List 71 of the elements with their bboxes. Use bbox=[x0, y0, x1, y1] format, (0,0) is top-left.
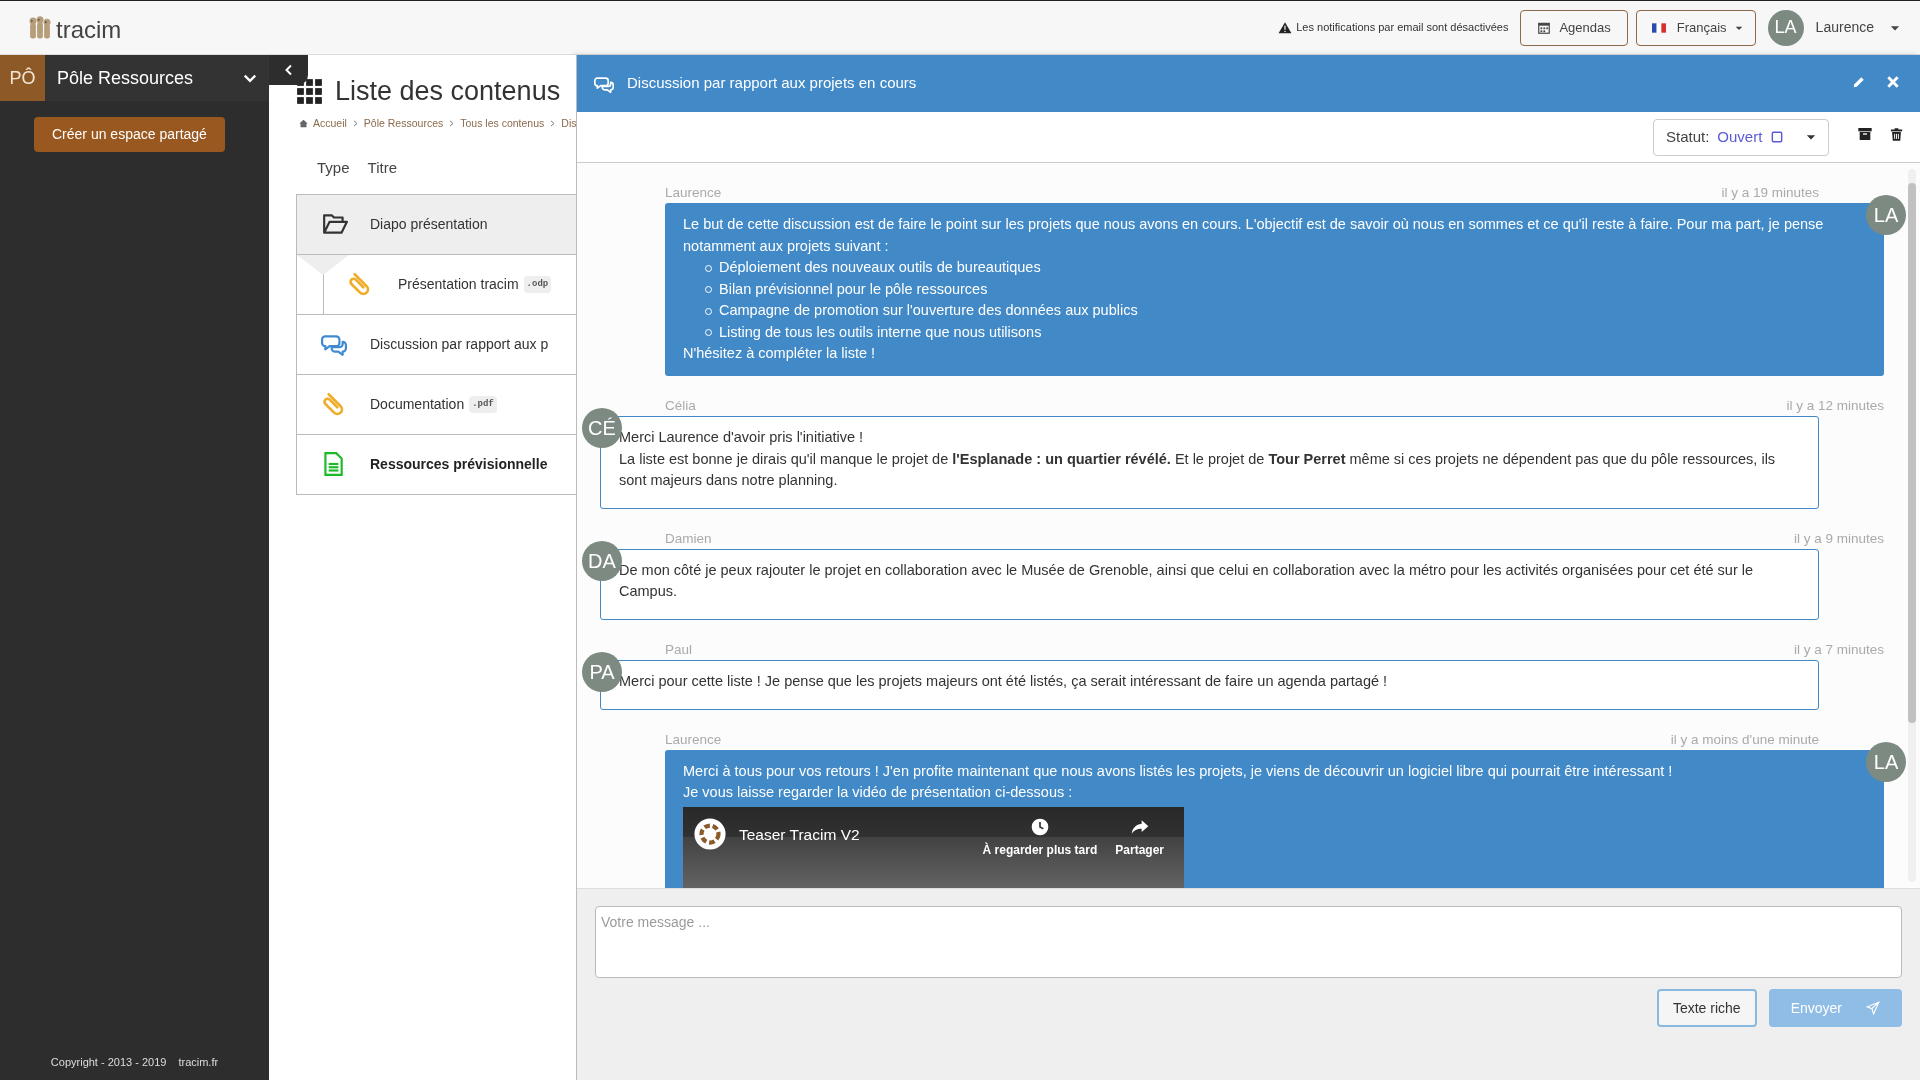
paperclip-icon bbox=[346, 271, 372, 298]
chevron-right-icon bbox=[549, 119, 557, 127]
message-text: Merci à tous pour vos retours ! J'en profite maintenant que nous avons listés les projets, je viens de découvrir un logiciel libre qui pourrait être intéressant ! bbox=[683, 761, 1674, 781]
list-item-text: Déploiement des nouveaux outils de bureautiques bbox=[719, 258, 1041, 278]
message-text: Je vous laisse regarder la vidéo de présentation ci-dessous : bbox=[683, 783, 1074, 803]
chevron-right-icon bbox=[448, 119, 456, 127]
file-extension: .odp bbox=[523, 275, 552, 293]
square-icon bbox=[1770, 130, 1785, 144]
message-input[interactable]: Votre message ... bbox=[595, 906, 1902, 978]
page-title: Liste des contenus bbox=[335, 75, 561, 108]
author-name: Laurence bbox=[665, 730, 722, 749]
breadcrumb-link[interactable]: Dis bbox=[561, 115, 577, 132]
message-text: Merci pour cette liste ! Je pense que les projets majeurs ont été listés, ça serait intéressant de faire un agenda partagé ! bbox=[619, 672, 1389, 691]
agendas-button[interactable]: Agendas bbox=[1520, 9, 1628, 46]
author-name: Paul bbox=[665, 640, 693, 659]
list-item-text: Listing de tous les outils interne que nous utilisons bbox=[719, 322, 1042, 342]
list-item-text: Campagne de promotion sur l'ouverture des données aux publics bbox=[719, 301, 1138, 321]
caret-icon bbox=[1806, 132, 1816, 142]
calendar-icon bbox=[1537, 20, 1552, 35]
trash-icon bbox=[1889, 127, 1904, 142]
column-header: Titre bbox=[367, 158, 397, 179]
video-player[interactable]: Teaser Tracim V2 À regarder plus tard Partager bbox=[683, 806, 1184, 888]
message-text: N'hésitez à compléter la liste ! bbox=[683, 344, 877, 364]
status-dropdown[interactable]: Statut: Ouvert bbox=[1653, 118, 1829, 156]
close-icon bbox=[1886, 74, 1900, 89]
message-text: Le but de cette discussion est de faire le point sur les projets que nous avons en cours. L'objectif est de savoir où nous en sommes et ce qu'il reste à faire. Pour ma part, je pense notamment aux projets suivant : bbox=[683, 215, 1825, 256]
list-item-text: Bilan prévisionnel pour le pôle ressources bbox=[719, 279, 988, 299]
home-icon bbox=[299, 118, 308, 128]
email-notice: Les notifications par email sont désactivées bbox=[1296, 20, 1509, 36]
logo-text: tracim bbox=[56, 17, 122, 42]
warning-icon bbox=[1278, 20, 1293, 35]
breadcrumb-link[interactable]: Tous les contenus bbox=[460, 115, 545, 132]
author-name: Damien bbox=[665, 529, 712, 548]
video-action-button[interactable]: À regarder plus tard bbox=[982, 816, 1098, 862]
clock-icon bbox=[1029, 816, 1050, 837]
chevron-right-icon bbox=[351, 119, 359, 127]
author-name: Célia bbox=[665, 396, 696, 415]
message-text: La liste est bonne je dirais qu'il manque le projet de l'Esplanade : un quartier révélé. Et le projet de Tour Perret même si ces projets ne dépendent pas que du pôle ressources, ils sont majeurs dans notre planning. bbox=[619, 449, 1777, 490]
message-time: il y a moins d'une minute bbox=[1670, 730, 1819, 749]
create-space-button[interactable]: Créer un espace partagé bbox=[34, 117, 225, 152]
paper-plane-icon bbox=[1866, 1001, 1880, 1015]
language-button[interactable]: Français bbox=[1635, 9, 1756, 46]
space-selector[interactable]: Pôle Ressources bbox=[45, 55, 269, 101]
content-row[interactable]: Diapo présentation bbox=[297, 194, 576, 254]
message-time: il y a 9 minutes bbox=[1793, 529, 1884, 548]
scrollbar[interactable] bbox=[1908, 169, 1916, 882]
file-extension: .pdf bbox=[469, 395, 497, 413]
author-name: Laurence bbox=[665, 184, 722, 202]
breadcrumb-link[interactable]: Accueil bbox=[313, 115, 347, 132]
breadcrumb-link[interactable]: Pôle Ressources bbox=[363, 115, 444, 132]
copyright-text: Copyright - 2013 - 2019 bbox=[50, 1054, 167, 1070]
tracim-link[interactable]: tracim.fr bbox=[178, 1053, 219, 1070]
panel-title: Discussion par rapport aux projets en cours bbox=[627, 73, 918, 94]
rich-text-button[interactable]: Texte riche bbox=[1656, 989, 1757, 1027]
pencil-icon bbox=[1852, 74, 1866, 89]
archive-icon bbox=[1857, 126, 1873, 142]
video-title: Teaser Tracim V2 bbox=[739, 824, 861, 845]
message-time: il y a 7 minutes bbox=[1793, 640, 1884, 659]
reel-logo-icon bbox=[693, 816, 727, 851]
grid-icon bbox=[296, 77, 323, 105]
message-text: Merci Laurence d'avoir pris l'initiative ! bbox=[619, 428, 865, 447]
video-action-button[interactable]: Partager bbox=[1115, 816, 1164, 862]
message-text: De mon côté je peux rajouter le projet en collaboration avec le Musée de Grenoble, ainsi que celui en collaboration avec la métro pour les activités organisées pour cet été sur le Campus. bbox=[619, 560, 1755, 602]
paperclip-icon bbox=[320, 391, 346, 418]
user-avatar: LA bbox=[1866, 195, 1906, 235]
user-menu[interactable]: LA Laurence bbox=[1767, 9, 1900, 46]
space-initials: PÔ bbox=[0, 55, 45, 101]
user-avatar: LA bbox=[1866, 741, 1906, 782]
collapse-sidebar-button[interactable] bbox=[269, 55, 308, 85]
user-avatar: LA bbox=[1767, 9, 1804, 46]
column-header: Type bbox=[317, 158, 350, 179]
